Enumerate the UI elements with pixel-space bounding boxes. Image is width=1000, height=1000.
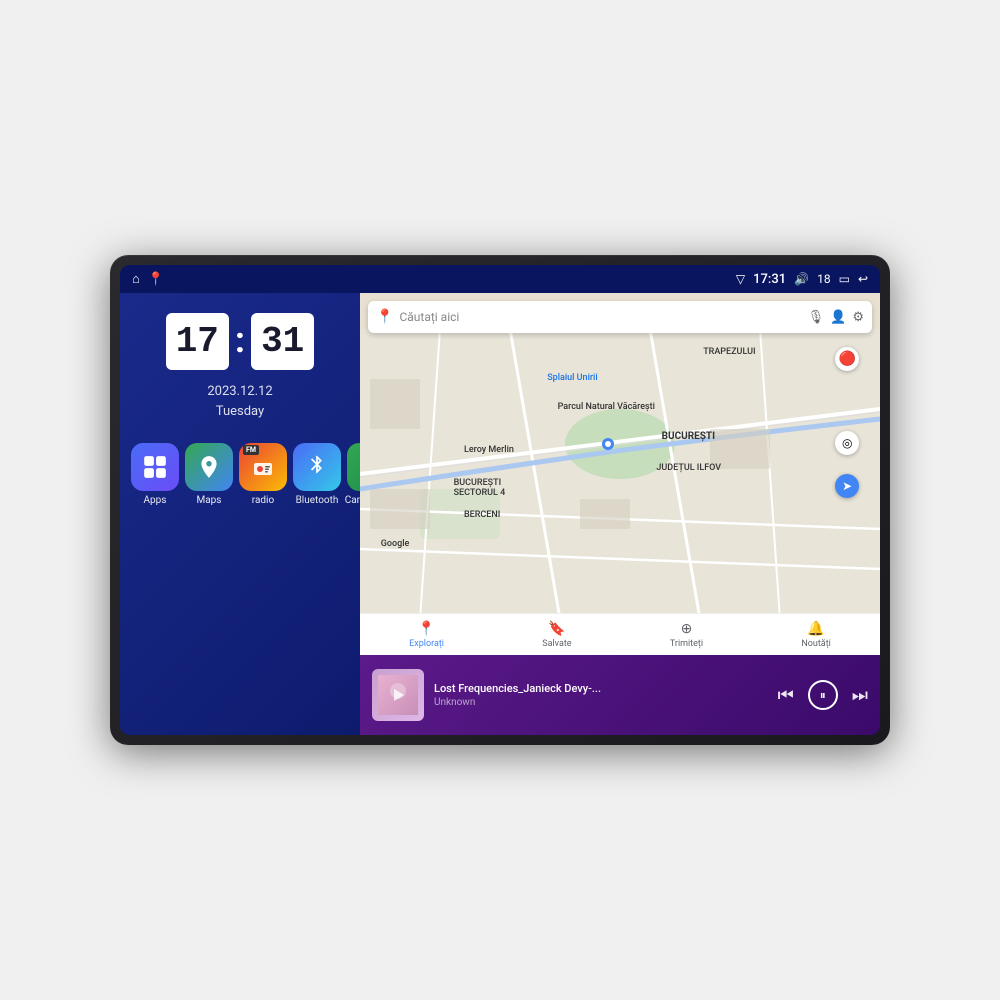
app-item-radio[interactable]: FM radio (236, 443, 290, 506)
account-icon[interactable]: 👤 (830, 310, 846, 325)
volume-level: 18 (817, 272, 831, 286)
apps-row: Apps Maps (120, 433, 360, 518)
map-nav-exploreaza[interactable]: 📍 Explorați (409, 621, 444, 649)
map-bottom-nav: 📍 Explorați 🔖 Salvate ⊕ Trimiteți 🔔 (360, 613, 880, 655)
maps-label: Maps (197, 495, 222, 506)
clock-widget: 17 : 31 2023.12.12 Tuesday (120, 293, 360, 433)
more-icon[interactable]: ⚙ (852, 310, 864, 325)
volume-icon: 🔊 (794, 272, 809, 286)
saved-label: Salvate (542, 639, 571, 649)
status-bar: ⌂ 📍 ▽ 17:31 🔊 18 ▭ ↩ (120, 265, 880, 293)
music-play-btn[interactable]: ⏸ (808, 680, 838, 710)
explore-label: Explorați (409, 639, 444, 649)
battery-icon: ▭ (839, 272, 850, 286)
share-icon: ⊕ (681, 621, 693, 637)
date-value: 2023.12.12 (207, 382, 272, 402)
map-icon[interactable]: 📍 (148, 272, 164, 287)
app-item-bluetooth[interactable]: Bluetooth (290, 443, 344, 506)
map-area[interactable]: 📍 Căutați aici 🎙 👤 ⚙ BUCUREȘTI JUDEȚUL I… (360, 293, 880, 655)
share-label: Trimiteți (670, 639, 703, 649)
clock-display: 17 : 31 (166, 313, 315, 370)
home-icon[interactable]: ⌂ (132, 271, 140, 287)
saved-icon: 🔖 (548, 621, 565, 637)
app-item-apps[interactable]: Apps (128, 443, 182, 506)
news-label: Noutăți (801, 639, 831, 649)
music-next-btn[interactable]: ⏭ (852, 685, 868, 706)
status-time: 17:31 (753, 272, 786, 287)
map-search-bar[interactable]: 📍 Căutați aici 🎙 👤 ⚙ (368, 301, 872, 333)
maps-icon (185, 443, 233, 491)
device-frame: ⌂ 📍 ▽ 17:31 🔊 18 ▭ ↩ 17 : (110, 255, 890, 745)
music-thumbnail (372, 669, 424, 721)
location-btn[interactable]: ◎ (835, 431, 859, 455)
music-title: Lost Frequencies_Janieck Devy-... (434, 682, 768, 695)
apps-icon (131, 443, 179, 491)
music-info: Lost Frequencies_Janieck Devy-... Unknow… (434, 682, 768, 708)
music-prev-btn[interactable]: ⏮ (778, 685, 794, 706)
apps-label: Apps (144, 495, 167, 506)
bluetooth-label: Bluetooth (296, 495, 339, 506)
search-placeholder: Căutați aici (399, 310, 801, 324)
music-artist: Unknown (434, 697, 768, 708)
play-pause-icon: ⏸ (820, 688, 826, 703)
status-right: ▽ 17:31 🔊 18 ▭ ↩ (736, 272, 868, 287)
right-panel: 📍 Căutați aici 🎙 👤 ⚙ BUCUREȘTI JUDEȚUL I… (360, 293, 880, 735)
day-value: Tuesday (207, 402, 272, 422)
news-icon: 🔔 (807, 621, 824, 637)
map-nav-trimiteti[interactable]: ⊕ Trimiteți (670, 621, 703, 649)
maps-search-pin: 📍 (376, 309, 393, 325)
radio-icon: FM (239, 443, 287, 491)
bluetooth-icon (293, 443, 341, 491)
clock-hours: 17 (166, 313, 229, 370)
date-display: 2023.12.12 Tuesday (207, 382, 272, 421)
music-panel: Lost Frequencies_Janieck Devy-... Unknow… (360, 655, 880, 735)
radio-label: radio (252, 495, 274, 506)
main-content: 17 : 31 2023.12.12 Tuesday (120, 293, 880, 735)
map-nav-noutati[interactable]: 🔔 Noutăți (801, 621, 831, 649)
search-action-icons: 🎙 👤 ⚙ (808, 310, 864, 325)
signal-icon: ▽ (736, 272, 745, 286)
back-icon[interactable]: ↩ (858, 272, 868, 286)
clock-minutes: 31 (251, 313, 314, 370)
mic-icon[interactable]: 🎙 (808, 310, 825, 325)
app-item-maps[interactable]: Maps (182, 443, 236, 506)
explore-icon: 📍 (418, 621, 435, 637)
map-nav-salvate[interactable]: 🔖 Salvate (542, 621, 571, 649)
left-panel: 17 : 31 2023.12.12 Tuesday (120, 293, 360, 735)
clock-colon: : (235, 319, 245, 361)
device-screen: ⌂ 📍 ▽ 17:31 🔊 18 ▭ ↩ 17 : (120, 265, 880, 735)
music-controls: ⏮ ⏸ ⏭ (778, 680, 868, 710)
status-left: ⌂ 📍 (132, 271, 164, 287)
